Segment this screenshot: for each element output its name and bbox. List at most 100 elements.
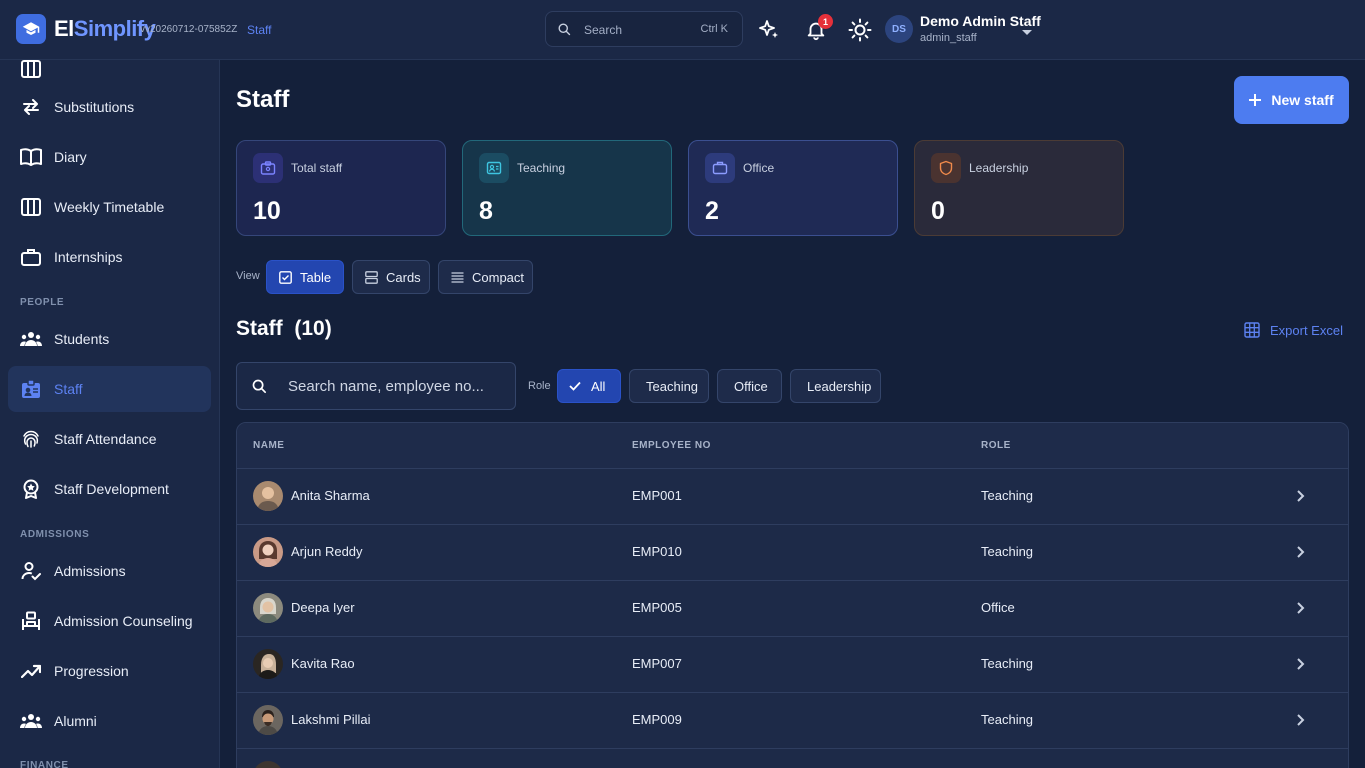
list-title: Staff (10) (236, 317, 332, 341)
global-search[interactable]: Search Ctrl K (545, 11, 743, 47)
employee-no: EMP007 (632, 656, 682, 671)
avatar (253, 537, 283, 567)
id-card-icon (479, 153, 509, 183)
role-filter-all[interactable]: All (557, 369, 621, 403)
shield-icon (931, 153, 961, 183)
avatar (253, 705, 283, 735)
person-check-icon (20, 561, 42, 581)
plus-icon (1249, 94, 1262, 106)
check-icon (569, 381, 581, 391)
staff-role: Teaching (981, 544, 1034, 559)
group-icon (20, 329, 42, 349)
chevron-right-icon[interactable] (1296, 713, 1305, 732)
sidebar-item-staff-attendance[interactable]: Staff Attendance (8, 416, 211, 462)
sidebar-item-label: Substitutions (54, 99, 135, 115)
chevron-right-icon[interactable] (1296, 489, 1305, 508)
book-icon (20, 147, 42, 167)
list-title-text: Staff (236, 317, 283, 340)
view-compact-button[interactable]: Compact (438, 260, 533, 294)
sidebar-item-label: Admission Counseling (54, 613, 193, 629)
stat-label: Teaching (517, 161, 566, 175)
briefcase-icon (20, 247, 42, 267)
role-filter-office[interactable]: Office (717, 369, 782, 403)
avatar[interactable]: DS (885, 15, 913, 43)
view-compact-label: Compact (472, 270, 525, 285)
staff-name: Deepa Iyer (291, 600, 355, 615)
id-badge-icon (20, 379, 42, 399)
app-version: vv20260712-075852Z (140, 24, 238, 35)
staff-search-input[interactable]: Search name, employee no... (236, 362, 516, 410)
role-filter-label-text: Teaching (646, 379, 699, 394)
role-filter-teaching[interactable]: Teaching (629, 369, 709, 403)
sidebar-item-label: Internships (54, 249, 123, 265)
graduation-cap-icon[interactable] (16, 14, 46, 44)
sidebar-item-progression[interactable]: Progression (8, 648, 211, 694)
table-row[interactable]: Lakshmi Pillai EMP009 Teaching (237, 693, 1348, 749)
role-filter-leadership[interactable]: Leadership (790, 369, 881, 403)
sidebar-item-label: Admissions (54, 563, 126, 579)
sidebar-item-label: Alumni (54, 713, 97, 729)
stat-value: 10 (253, 197, 281, 225)
sidebar-section-admissions: ADMISSIONS (20, 529, 90, 540)
stat-label: Office (743, 161, 775, 175)
stat-value: 0 (931, 197, 945, 225)
avatar (253, 649, 283, 679)
avatar (253, 761, 283, 768)
sidebar-item-diary[interactable]: Diary (8, 134, 211, 180)
stat-card-leadership: Leadership 0 (914, 140, 1124, 236)
stat-value: 8 (479, 197, 493, 225)
list-count: (10) (294, 317, 332, 340)
sidebar-item-admission-counseling[interactable]: Admission Counseling (8, 598, 211, 644)
chevron-right-icon[interactable] (1296, 545, 1305, 564)
view-cards-label: Cards (386, 270, 421, 285)
export-excel-button[interactable]: Export Excel (1244, 322, 1343, 338)
swap-arrows-icon (20, 97, 42, 117)
badge-icon (253, 153, 283, 183)
table-row[interactable]: Kavita Rao EMP007 Teaching (237, 637, 1348, 693)
avatar (253, 593, 283, 623)
sun-icon[interactable] (847, 17, 873, 43)
sparkle-icon[interactable] (756, 17, 782, 43)
sidebar-item-internships[interactable]: Internships (8, 234, 211, 280)
table-row[interactable]: Deepa Iyer EMP005 Office (237, 581, 1348, 637)
stat-label: Leadership (969, 161, 1029, 175)
chevron-down-icon[interactable] (1021, 24, 1033, 42)
sidebar-item-staff[interactable]: Staff (8, 366, 211, 412)
view-cards-button[interactable]: Cards (352, 260, 430, 294)
current-page-label: Staff (247, 23, 272, 37)
staff-role: Office (981, 600, 1015, 615)
sidebar-item-weekly-timetable[interactable]: Weekly Timetable (8, 184, 211, 230)
column-header-role[interactable]: ROLE (981, 440, 1011, 451)
list-icon (451, 271, 464, 287)
group-icon (20, 711, 42, 731)
new-staff-button[interactable]: New staff (1234, 76, 1349, 124)
staff-role: Teaching (981, 656, 1034, 671)
sidebar-item-label: Diary (54, 149, 87, 165)
role-filter-label-text: All (591, 379, 606, 394)
chevron-right-icon[interactable] (1296, 601, 1305, 620)
column-header-employee-no[interactable]: EMPLOYEE NO (632, 440, 711, 451)
grid-icon (1244, 322, 1260, 338)
sidebar-item-students[interactable]: Students (8, 316, 211, 362)
sidebar-item-staff-development[interactable]: Staff Development (8, 466, 211, 512)
table-row[interactable]: Arjun Reddy EMP010 Teaching (237, 525, 1348, 581)
staff-name: Kavita Rao (291, 656, 355, 671)
sidebar-item-alumni[interactable]: Alumni (8, 698, 211, 744)
top-bar: ElSimplify vv20260712-075852Z Staff Sear… (0, 0, 1365, 60)
trending-up-icon (20, 661, 42, 681)
sidebar-item-admissions[interactable]: Admissions (8, 548, 211, 594)
checkbox-icon (279, 271, 292, 287)
search-icon (251, 378, 268, 400)
counseling-icon (20, 611, 42, 631)
view-table-button[interactable]: Table (266, 260, 344, 294)
sidebar-item-substitutions[interactable]: Substitutions (8, 84, 211, 130)
sidebar-section-finance: FINANCE (20, 760, 69, 768)
search-shortcut: Ctrl K (700, 23, 729, 35)
table-row[interactable] (237, 749, 1348, 768)
stat-card-teaching: Teaching 8 (462, 140, 672, 236)
chevron-right-icon[interactable] (1296, 657, 1305, 676)
avatar (253, 481, 283, 511)
view-label: View (236, 270, 260, 282)
table-row[interactable]: Anita Sharma EMP001 Teaching (237, 469, 1348, 525)
column-header-name[interactable]: NAME (253, 440, 284, 451)
